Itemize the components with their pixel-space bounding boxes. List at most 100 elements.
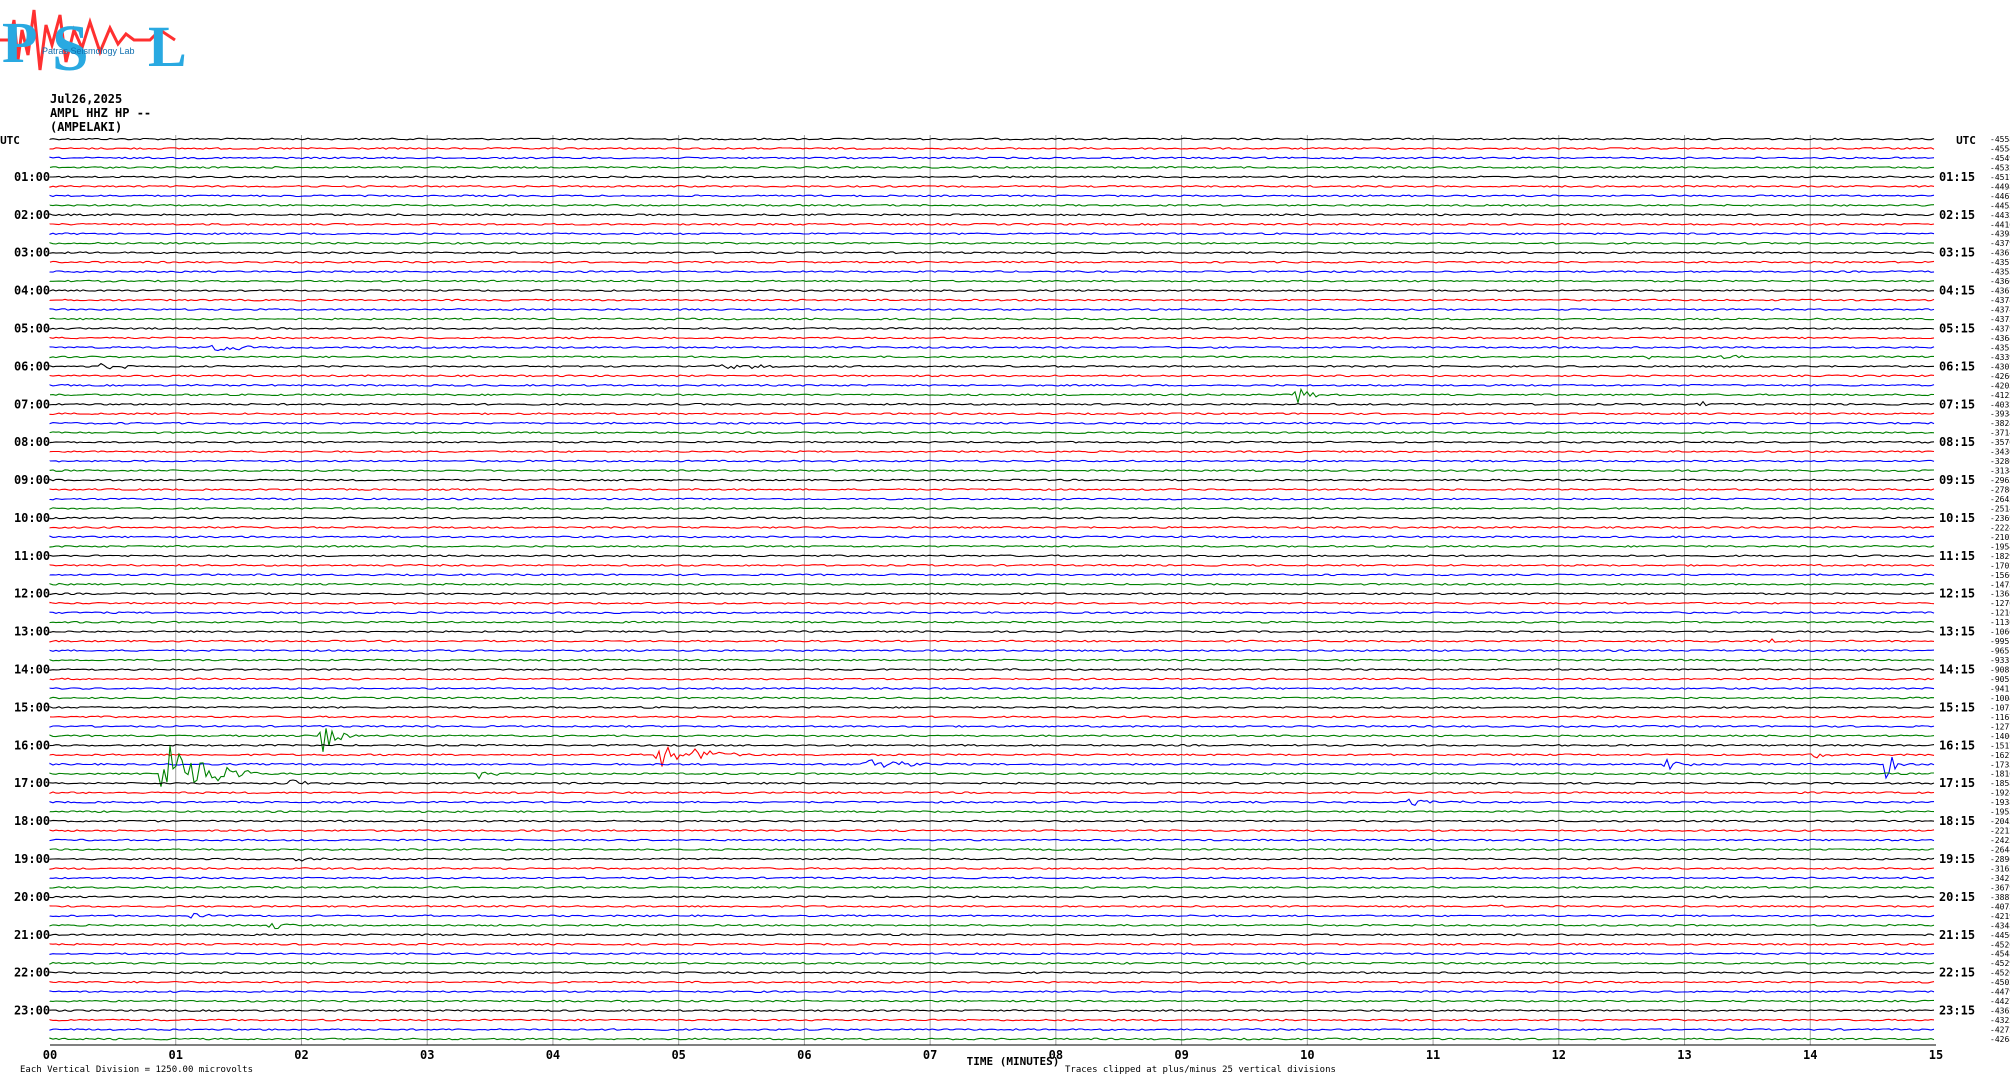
seismic-trace <box>49 687 1935 690</box>
trace-offset-label: -1816 <box>1990 770 2010 779</box>
x-tick-label: 14 <box>1803 1048 1817 1062</box>
x-tick-label: 11 <box>1426 1048 1440 1062</box>
left-hour-label: 15:00 <box>14 700 50 714</box>
trace-offset-label: -4367 <box>1990 249 2010 258</box>
trace-offset-label: -4219 <box>1990 912 2010 921</box>
trace-offset-label: -3887 <box>1990 893 2010 902</box>
left-hour-label: 22:00 <box>14 966 50 980</box>
trace-offset-label: -1858 <box>1990 779 2010 788</box>
seismic-trace <box>49 838 1935 842</box>
trace-offset-label: -3134 <box>1990 467 2010 476</box>
trace-offset-label: -1073 <box>1990 703 2010 712</box>
seismic-trace <box>49 421 1935 425</box>
seismic-trace <box>49 251 1935 255</box>
seismic-trace <box>49 563 1935 567</box>
seismic-trace <box>49 952 1935 956</box>
right-hour-label: 18:15 <box>1939 814 1975 828</box>
trace-offset-label: -4353 <box>1990 268 2010 277</box>
seismic-trace <box>49 516 1934 520</box>
trace-offset-label: -4374 <box>1990 306 2010 315</box>
trace-offset-label: -4432 <box>1990 211 2010 220</box>
right-hour-label: 02:15 <box>1939 208 1975 222</box>
right-hour-label: 04:15 <box>1939 284 1975 298</box>
left-hour-label: 16:00 <box>14 738 50 752</box>
seismic-trace <box>49 289 1934 293</box>
trace-offset-label: -2514 <box>1990 504 2010 513</box>
trace-offset-label: -1953 <box>1990 808 2010 817</box>
trace-offset-label: -4122 <box>1990 391 2010 400</box>
trace-offset-label: -1004 <box>1990 694 2010 703</box>
trace-offset-label: -4554 <box>1990 144 2010 153</box>
seismic-trace <box>49 696 1935 700</box>
seismic-trace <box>49 185 1935 188</box>
trace-offset-label: -3679 <box>1990 883 2010 892</box>
x-axis-title: TIME (MINUTES) <box>967 1055 1060 1068</box>
trace-offset-label: -4517 <box>1990 173 2010 182</box>
seismic-trace <box>49 354 1934 360</box>
trace-offset-label: -1954 <box>1990 542 2010 551</box>
trace-offset-label: -4453 <box>1990 201 2010 210</box>
trace-offset-label: -1627 <box>1990 751 2010 760</box>
seismic-trace <box>49 677 1935 681</box>
trace-offset-label: -4529 <box>1990 959 2010 968</box>
trace-offset-label: -4398 <box>1990 230 2010 239</box>
trace-offset-label: -4266 <box>1990 372 2010 381</box>
seismic-trace <box>49 383 1935 387</box>
trace-offset-label: -941 <box>1990 684 2009 693</box>
seismic-trace <box>49 137 1935 141</box>
trace-offset-label: -3824 <box>1990 419 2010 428</box>
seismic-trace <box>49 649 1935 653</box>
seismic-trace <box>49 745 1934 787</box>
trace-offset-label: -4307 <box>1990 362 2010 371</box>
x-tick-label: 09 <box>1174 1048 1188 1062</box>
seismic-trace <box>49 327 1935 330</box>
trace-offset-label: -2645 <box>1990 495 2010 504</box>
trace-offset-label: -1517 <box>1990 741 2010 750</box>
trace-offset-label: -4362 <box>1990 1007 2010 1016</box>
seismic-trace <box>49 222 1935 226</box>
left-hour-label: 06:00 <box>14 359 50 373</box>
helicorder-chart: -4558-4554-4549-4532-4517-4498-4467-4453… <box>0 134 2010 1068</box>
seismic-trace <box>49 668 1935 671</box>
left-hour-label: 05:00 <box>14 321 50 335</box>
clip-note: Traces clipped at plus/minus 25 vertical… <box>1065 1065 1336 1075</box>
seismic-trace <box>49 658 1935 662</box>
seismic-trace <box>49 990 1935 993</box>
trace-offset-label: -4416 <box>1990 220 2010 229</box>
trace-offset-label: -4205 <box>1990 381 2010 390</box>
seismic-trace <box>49 412 1935 416</box>
right-hour-label: 10:15 <box>1939 511 1975 525</box>
left-hour-label: 02:00 <box>14 208 50 222</box>
seismic-trace <box>49 715 1935 719</box>
seismic-trace <box>49 270 1935 274</box>
seismic-trace <box>49 374 1935 378</box>
left-hour-label: 04:00 <box>14 284 50 298</box>
seismic-trace <box>49 387 1935 403</box>
trace-offset-label: -2896 <box>1990 855 2010 864</box>
seismic-trace <box>49 819 1935 823</box>
seismic-trace <box>49 601 1935 605</box>
right-hour-label: 22:15 <box>1939 966 1975 980</box>
seismic-trace <box>49 194 1935 198</box>
seismic-trace <box>49 630 1935 634</box>
trace-offset-label: -4479 <box>1990 988 2010 997</box>
seismic-trace <box>49 241 1935 245</box>
seismic-trace <box>49 573 1935 577</box>
x-tick-label: 01 <box>169 1048 183 1062</box>
trace-offset-label: -2043 <box>1990 817 2010 826</box>
trace-offset-label: -933 <box>1990 656 2009 665</box>
seismic-trace <box>49 829 1935 832</box>
trace-offset-label: -4348 <box>1990 921 2010 930</box>
seismic-trace <box>49 876 1935 880</box>
trace-offset-label: -995 <box>1990 637 2009 646</box>
left-hour-label: 11:00 <box>14 549 50 563</box>
trace-offset-label: -3714 <box>1990 429 2010 438</box>
left-hour-label: 21:00 <box>14 928 50 942</box>
seismic-trace <box>49 317 1935 321</box>
seismic-trace <box>49 279 1935 283</box>
seismic-trace <box>49 165 1935 169</box>
trace-offset-label: -2212 <box>1990 827 2010 836</box>
seismic-trace <box>49 620 1935 624</box>
trace-offset-label: -1167 <box>1990 713 2010 722</box>
seismic-trace <box>49 912 1935 919</box>
